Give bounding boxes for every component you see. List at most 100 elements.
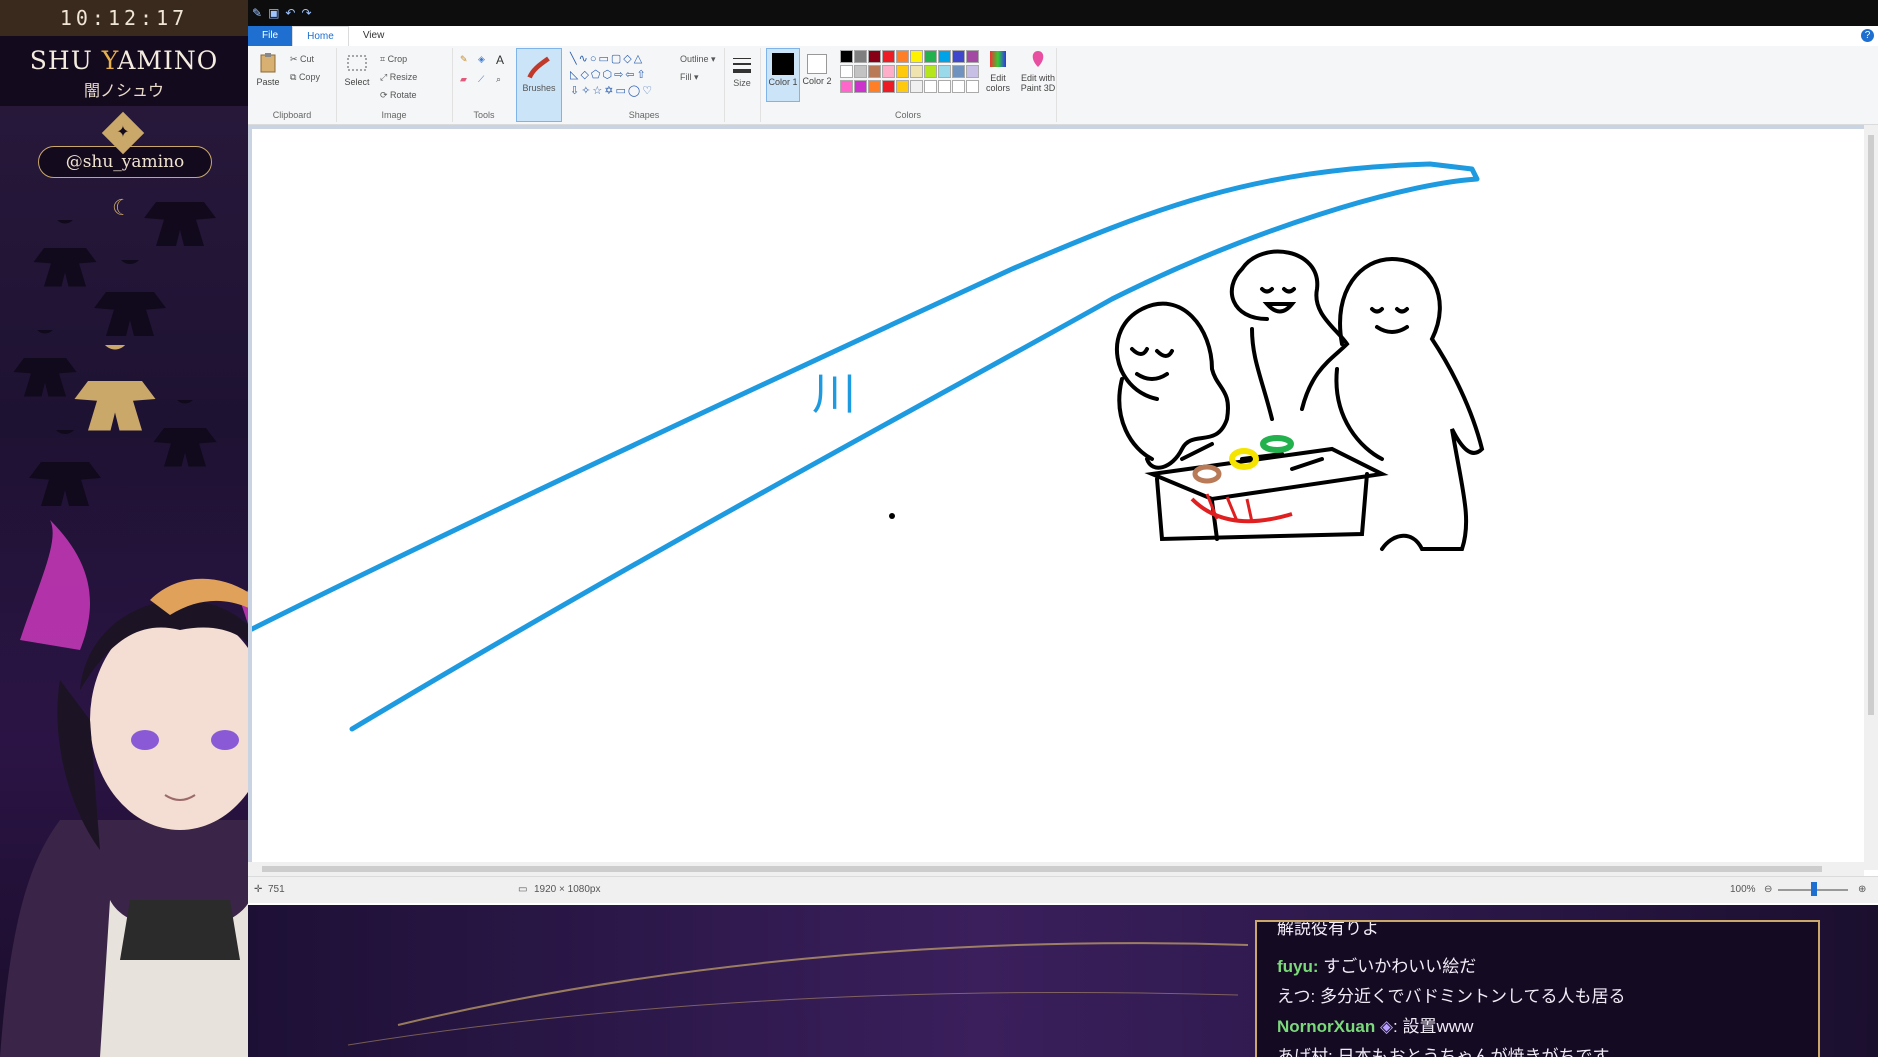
eraser-icon[interactable]: ▰ (460, 74, 467, 85)
color-picker-icon[interactable]: ⟋ (478, 74, 484, 85)
river-kanji: 川 (812, 369, 856, 420)
shapes-gallery-row3[interactable]: ⇩✧☆✡▭◯♡ (570, 84, 654, 97)
color-swatch[interactable] (868, 50, 881, 63)
color-swatch[interactable] (868, 80, 881, 93)
canvas-area: 川 (248, 125, 1878, 870)
cut-button[interactable]: ✂ Cut (290, 54, 314, 65)
color-swatch[interactable] (938, 65, 951, 78)
zoom-level: 100% (1730, 884, 1756, 895)
color-swatch[interactable] (854, 50, 867, 63)
color-swatch[interactable] (882, 50, 895, 63)
color-swatch[interactable] (938, 80, 951, 93)
crop-button[interactable]: ⌗ Crop (380, 54, 407, 65)
edit-paint3d-button[interactable]: Edit with Paint 3D (1016, 48, 1060, 93)
zoom-slider-thumb[interactable] (1811, 882, 1817, 896)
canvas-dimensions: 1920 × 1080px (534, 884, 601, 895)
color-swatch[interactable] (938, 50, 951, 63)
drawing-canvas[interactable]: 川 (249, 129, 1864, 863)
chat-username: あげ村 (1277, 1047, 1328, 1057)
color1-button[interactable]: Color 1 (766, 48, 800, 102)
color2-button[interactable]: Color 2 (802, 48, 832, 100)
color-swatch[interactable] (966, 50, 979, 63)
canvas-size-icon: ▭ (518, 884, 528, 895)
color-swatch[interactable] (966, 65, 979, 78)
shapes-gallery[interactable]: ╲∿○▭▢◇△ (570, 52, 644, 65)
copy-button[interactable]: ⧉ Copy (290, 72, 320, 83)
color-swatch[interactable] (854, 80, 867, 93)
paste-button[interactable]: Paste (254, 52, 282, 87)
chat-text: 日本もおとうちゃんが焼きがちです (1337, 1047, 1610, 1057)
chat-message: 解説役有りよ (1277, 920, 1379, 938)
streamer-name-jp: 闇ノシュウ (83, 83, 164, 100)
zoom-out-icon[interactable]: ⊖ (1764, 884, 1772, 895)
color-swatch[interactable] (840, 65, 853, 78)
fill-button[interactable]: Fill ▾ (680, 72, 699, 83)
shapes-label: Shapes (628, 110, 660, 120)
zoom-in-icon[interactable]: ⊕ (1858, 884, 1866, 895)
select-icon (347, 55, 367, 71)
color-swatch[interactable] (952, 50, 965, 63)
chat-badge-icon: ◈ (1379, 1017, 1394, 1036)
fill-bucket-icon[interactable]: ◈ (478, 54, 485, 65)
cursor-position: 751 (268, 884, 285, 895)
color-swatch[interactable] (910, 50, 923, 63)
redo-icon[interactable]: ↷ (301, 6, 311, 20)
resize-button[interactable]: ⤢ Resize (380, 72, 417, 83)
color-swatch[interactable] (896, 65, 909, 78)
vertical-scroll-thumb[interactable] (1868, 135, 1874, 715)
color-swatch[interactable] (966, 80, 979, 93)
brush-icon (527, 56, 550, 79)
chat-box: 解説役有りよ fuyu: すごいかわいい絵だ えつ: 多分近くでバドミントンして… (1255, 920, 1820, 1057)
crescent-moon-icon: ☾ (112, 195, 132, 220)
vertical-scrollbar[interactable] (1864, 125, 1878, 870)
pencil-icon[interactable]: ✎ (460, 54, 468, 65)
color-swatch[interactable] (882, 80, 895, 93)
chat-username: えつ (1277, 987, 1311, 1006)
stream-overlay-panel: 10:12:17 SHU YAMINO 闇ノシュウ @shu_yamino ✦ … (0, 0, 248, 1057)
color-swatch[interactable] (896, 50, 909, 63)
quick-access-toolbar: ✎ ▣ ↶ ↷ (248, 0, 1878, 26)
outline-button[interactable]: Outline ▾ (680, 54, 716, 65)
text-tool-icon[interactable]: A (496, 53, 504, 67)
color-swatch[interactable] (840, 50, 853, 63)
color-swatch[interactable] (882, 65, 895, 78)
magnifier-icon[interactable]: ⌕ (496, 74, 501, 85)
cursor-position-icon: ✛ (254, 884, 263, 895)
color-swatch[interactable] (952, 80, 965, 93)
tab-file[interactable]: File (248, 26, 293, 46)
rotate-button[interactable]: ⟳ Rotate (380, 90, 417, 101)
color-swatch[interactable] (854, 65, 867, 78)
save-icon[interactable]: ▣ (268, 6, 279, 20)
color-swatch[interactable] (868, 65, 881, 78)
tab-home[interactable]: Home (292, 26, 349, 46)
image-group: Select ⌗ Crop ⤢ Resize ⟳ Rotate Image (336, 48, 453, 122)
color-wheel-icon (990, 51, 1006, 67)
size-button[interactable]: Size (724, 48, 761, 122)
shapes-group: ╲∿○▭▢◇△ ◺◇⬠⬡⇨⇦⇧ ⇩✧☆✡▭◯♡ Outline ▾ Fill ▾… (564, 48, 725, 122)
help-icon[interactable]: ? (1861, 29, 1874, 42)
streamer-name-en: SHU YAMINO (29, 46, 219, 75)
paste-icon (260, 53, 276, 73)
color-swatch[interactable] (840, 80, 853, 93)
color-swatch[interactable] (910, 80, 923, 93)
edit-colors-button[interactable]: Edit colors (982, 48, 1014, 93)
color-swatch[interactable] (924, 65, 937, 78)
color-swatch[interactable] (896, 80, 909, 93)
brushes-button[interactable]: Brushes (516, 48, 562, 122)
horizontal-scroll-thumb[interactable] (262, 866, 1822, 872)
color-swatch[interactable] (924, 80, 937, 93)
color-swatch[interactable] (924, 50, 937, 63)
tab-view[interactable]: View (349, 26, 399, 46)
status-bar: ✛ 751 ▭ 1920 × 1080px 100% ⊖ ⊕ (248, 876, 1878, 903)
color-swatch[interactable] (952, 65, 965, 78)
color-swatch[interactable] (910, 65, 923, 78)
paint-window: ✎ ▣ ↶ ↷ File Home View ? Paste ✂ Cut ⧉ C… (248, 0, 1878, 905)
chat-text: 設置www (1402, 1017, 1474, 1036)
streamer-name-block: SHU YAMINO 闇ノシュウ (0, 36, 248, 106)
ribbon: Paste ✂ Cut ⧉ Copy Clipboard Select ⌗ Cr… (248, 46, 1878, 125)
stream-clock: 10:12:17 (0, 0, 248, 36)
shapes-gallery-row2[interactable]: ◺◇⬠⬡⇨⇦⇧ (570, 68, 648, 81)
horizontal-scrollbar[interactable] (248, 862, 1864, 876)
select-button[interactable]: Select (342, 52, 372, 87)
undo-icon[interactable]: ↶ (285, 6, 295, 20)
